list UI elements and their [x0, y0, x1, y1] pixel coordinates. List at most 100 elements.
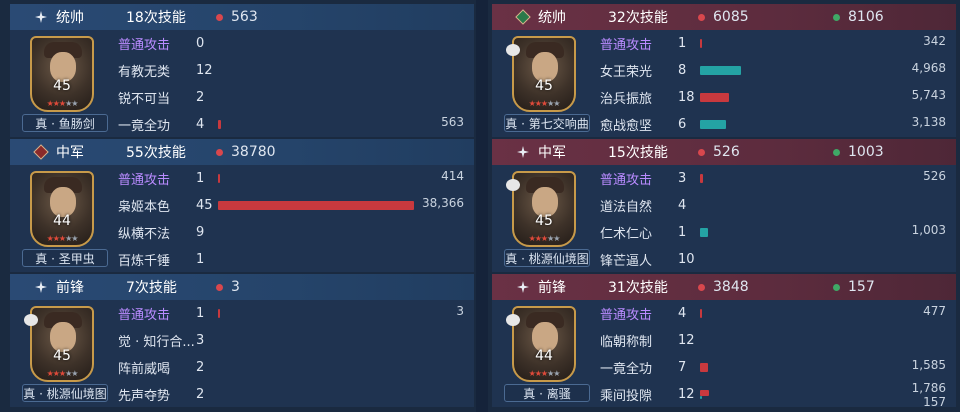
damage-dot: [216, 283, 223, 291]
skill-row: 普通攻击 1 3: [118, 300, 474, 326]
heal-bar: [700, 396, 702, 399]
treasure-tag[interactable]: 真 · 第七交响曲: [504, 114, 590, 132]
damage-value: 1,585: [911, 358, 946, 372]
skill-uses: 12: [196, 62, 213, 78]
general-header: 前锋 31次技能 3848 157: [492, 274, 956, 300]
skill-row: 乘间投隙 12 1,786 157: [600, 381, 956, 409]
skill-name: 普通攻击: [600, 37, 653, 53]
skill-uses: 3: [196, 332, 205, 348]
general-panel: 中军 15次技能 526 1003 45 ★★★★★ 真 · 桃源仙境图 普通攻击 3 526 道法…: [492, 139, 956, 272]
skill-row: 先声夺势 2: [118, 381, 474, 407]
damage-dot: [698, 283, 705, 291]
star-rating: ★★★★★: [528, 99, 561, 108]
skill-bar-track: [218, 120, 414, 129]
treasure-tag[interactable]: 真 · 桃源仙境图: [22, 384, 108, 402]
skill-name: 女王荣光: [600, 64, 653, 80]
general-panel: 统帅 32次技能 6085 8106 45 ★★★★★ 真 · 第七交响曲 普通攻击 1 342 女…: [492, 4, 956, 137]
general-portrait[interactable]: 44 ★★★★★: [30, 171, 94, 247]
skill-uses: 8: [678, 62, 687, 78]
skill-row: 觉 · 知行合... 3: [118, 327, 474, 353]
skill-bar-track: [700, 39, 896, 48]
heal-bar: [700, 228, 708, 237]
skill-uses: 0: [196, 35, 205, 51]
heal-value: 3,138: [911, 115, 946, 129]
skill-bar-track: [700, 390, 896, 399]
general-portrait[interactable]: 45 ★★★★★: [30, 36, 94, 112]
skill-count: 15次技能: [608, 145, 668, 161]
general-portrait[interactable]: 44 ★★★★★: [512, 306, 576, 382]
skill-name: 乘间投隙: [600, 388, 653, 404]
general-portrait[interactable]: 45 ★★★★★: [30, 306, 94, 382]
troop-type-icon: [32, 143, 50, 161]
skill-name: 觉 · 知行合...: [118, 334, 195, 350]
skill-uses: 12: [678, 386, 695, 402]
damage-dot: [216, 148, 223, 156]
skill-uses: 1: [196, 305, 205, 321]
general-level: 45: [53, 78, 71, 94]
skill-name: 愈战愈坚: [600, 118, 653, 134]
damage-value: 526: [923, 169, 946, 183]
skill-uses: 4: [678, 305, 687, 321]
skill-row: 临朝称制 12: [600, 327, 956, 353]
role-label: 统帅: [538, 10, 566, 26]
skill-uses: 1: [196, 170, 205, 186]
sparkle-icon: [514, 278, 532, 296]
token-icon: [506, 314, 520, 326]
treasure-tag[interactable]: 真 · 鱼肠剑: [22, 114, 108, 132]
star-rating: ★★★★★: [528, 369, 561, 378]
heal-dot: [833, 148, 840, 156]
skill-uses: 2: [196, 89, 205, 105]
skill-row: 百炼千锤 1: [118, 246, 474, 272]
skill-bar-track: [700, 228, 896, 237]
total-damage: 526: [713, 144, 740, 160]
heal-value: 4,968: [911, 61, 946, 75]
general-portrait[interactable]: 45 ★★★★★: [512, 171, 576, 247]
skill-uses: 4: [196, 116, 205, 132]
sparkle-icon: [514, 143, 532, 161]
treasure-tag[interactable]: 真 · 圣甲虫: [22, 249, 108, 267]
damage-value: 1,786: [911, 381, 946, 395]
role-label: 统帅: [56, 10, 84, 26]
heal-bar: [700, 66, 741, 75]
role-label: 前锋: [538, 280, 566, 296]
skill-uses: 1: [678, 224, 687, 240]
general-panel: 前锋 31次技能 3848 157 44 ★★★★★ 真 · 离骚 普通攻击 4 477 临朝称制 1…: [492, 274, 956, 409]
general-level: 44: [53, 213, 71, 229]
damage-dot: [698, 13, 705, 21]
skill-uses: 18: [678, 89, 695, 105]
skill-count: 18次技能: [126, 10, 186, 26]
damage-bar: [218, 309, 220, 318]
general-header: 统帅 18次技能 563: [10, 4, 474, 30]
general-level: 45: [535, 213, 553, 229]
role-label: 中军: [56, 145, 84, 161]
heal-bar: [700, 120, 726, 129]
skill-name: 治兵振旅: [600, 91, 653, 107]
skill-name: 仁术仁心: [600, 226, 653, 242]
total-damage: 6085: [713, 9, 749, 25]
general-header: 统帅 32次技能 6085 8106: [492, 4, 956, 30]
troop-type-icon: [514, 8, 532, 26]
skill-row: 阵前威喝 2: [118, 354, 474, 380]
treasure-tag[interactable]: 真 · 桃源仙境图: [504, 249, 590, 267]
general-header: 中军 15次技能 526 1003: [492, 139, 956, 165]
skill-row: 枭姬本色 45 38,366: [118, 192, 474, 218]
general-panel: 前锋 7次技能 3 45 ★★★★★ 真 · 桃源仙境图 普通攻击 1 3 觉 · 知行合... 3…: [10, 274, 474, 407]
total-damage: 3848: [713, 279, 749, 295]
treasure-tag[interactable]: 真 · 离骚: [504, 384, 590, 402]
general-body: 44 ★★★★★ 真 · 圣甲虫 普通攻击 1 414 枭姬本色 45 38,366 纵横不法 9 百…: [10, 165, 474, 272]
star-rating: ★★★★★: [46, 99, 79, 108]
heal-dot: [833, 283, 840, 291]
general-body: 45 ★★★★★ 真 · 桃源仙境图 普通攻击 1 3 觉 · 知行合... 3 阵前威喝 2 先声…: [10, 300, 474, 407]
heal-value: 1,003: [911, 223, 946, 237]
damage-value: 3: [456, 304, 464, 318]
skill-uses: 7: [678, 359, 687, 375]
skill-bar-track: [700, 174, 896, 183]
skill-uses: 6: [678, 116, 687, 132]
damage-value: 38,366: [422, 196, 464, 210]
skill-row: 愈战愈坚 6 3,138: [600, 111, 956, 137]
damage-bar: [700, 309, 702, 318]
total-damage: 3: [231, 279, 240, 295]
general-portrait[interactable]: 45 ★★★★★: [512, 36, 576, 112]
skill-bar-track: [218, 309, 414, 318]
skill-uses: 3: [678, 170, 687, 186]
